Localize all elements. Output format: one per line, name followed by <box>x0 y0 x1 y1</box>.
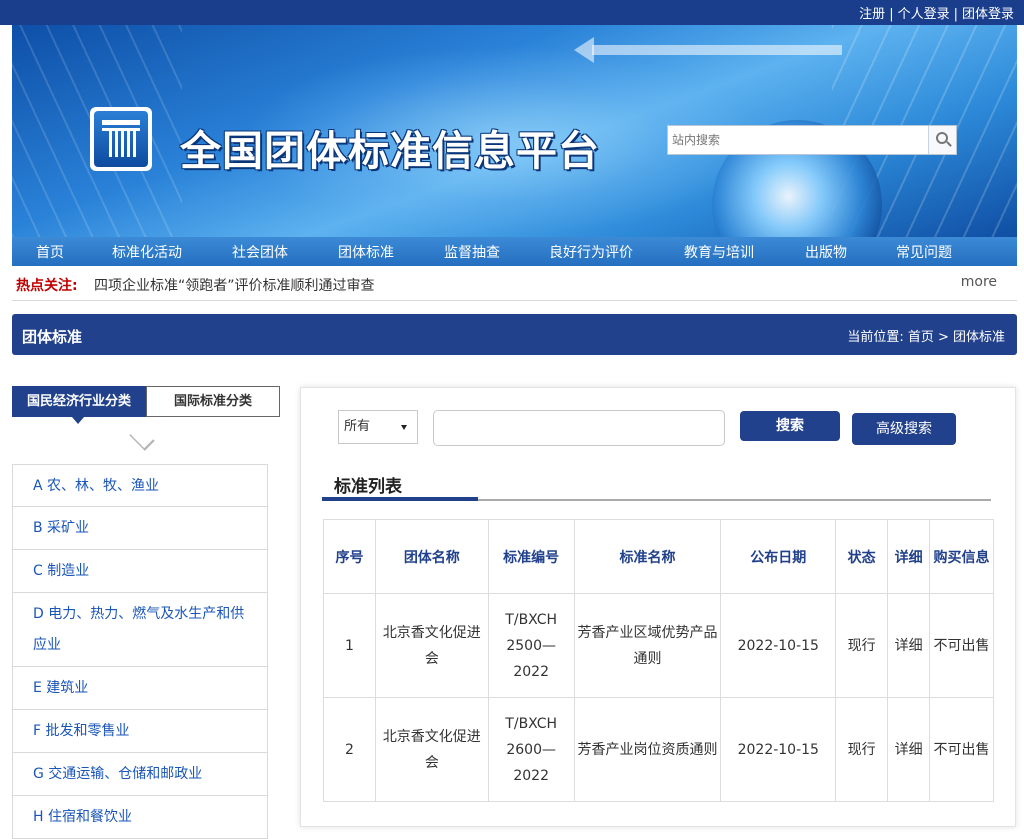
section-header: 团体标准 当前位置: 首页 > 团体标准 <box>12 314 1017 355</box>
purchase-info-cell: 不可出售 <box>929 593 994 698</box>
standards-panel: 所有 搜索 高级搜索 标准列表 序号 团体名称 标准编号 标准名称 公布日期 状… <box>300 387 1016 827</box>
standard-code-cell: T/BXCH 2500—2022 <box>487 593 575 698</box>
detail-link[interactable]: 详细 <box>887 593 931 698</box>
group-login-link[interactable]: 团体登录 <box>962 7 1014 22</box>
row-index: 2 <box>323 697 376 802</box>
search-button[interactable]: 搜索 <box>740 411 840 441</box>
divider-accent <box>322 497 478 501</box>
standard-name-cell: 芳香产业岗位资质通则 <box>573 697 722 802</box>
purchase-info-cell: 不可出售 <box>929 697 994 802</box>
column-header: 标准编号 <box>487 519 575 594</box>
category-item[interactable]: G 交通运输、仓储和邮政业 <box>12 753 268 796</box>
category-item[interactable]: E 建筑业 <box>12 667 268 710</box>
tab-industry-classification[interactable]: 国民经济行业分类 <box>12 386 146 417</box>
chevron-down-icon <box>401 425 407 430</box>
tab-international-classification[interactable]: 国际标准分类 <box>146 386 280 417</box>
more-link[interactable]: more <box>961 274 997 290</box>
site-search-input[interactable] <box>668 126 928 154</box>
hot-label: 热点关注: <box>16 278 78 294</box>
standard-code-cell: T/BXCH 2600—2022 <box>487 697 575 802</box>
category-item[interactable]: F 批发和零售业 <box>12 710 268 753</box>
table-header-row: 序号 团体名称 标准编号 标准名称 公布日期 状态 详细 购买信息 <box>323 519 994 594</box>
nav-social-groups[interactable]: 社会团体 <box>232 242 288 262</box>
nav-standardization-activities[interactable]: 标准化活动 <box>112 242 182 262</box>
category-list: A 农、林、牧、渔业 B 采矿业 C 制造业 D 电力、热力、燃气及水生产和供应… <box>12 464 268 839</box>
group-name-cell: 北京香文化促进会 <box>374 697 489 802</box>
publish-date-cell: 2022-10-15 <box>720 697 837 802</box>
scope-select-value: 所有 <box>344 419 371 434</box>
hot-news-link[interactable]: 四项企业标准“领跑者”评价标准顺利通过审查 <box>94 275 375 295</box>
hot-news-bar: 热点关注: 四项企业标准“领跑者”评价标准顺利通过审查 more <box>12 266 1017 301</box>
main-nav: 首页 标准化活动 社会团体 团体标准 监督抽查 良好行为评价 教育与培训 出版物… <box>12 237 1017 266</box>
account-links: 注册 | 个人登录 | 团体登录 <box>859 3 1014 22</box>
status-cell: 现行 <box>835 697 889 802</box>
scope-select[interactable]: 所有 <box>338 410 418 444</box>
personal-login-link[interactable]: 个人登录 <box>898 7 950 22</box>
site-title: 全国团体标准信息平台 <box>180 127 600 175</box>
row-index: 1 <box>323 593 376 698</box>
table-row: 2 北京香文化促进会 T/BXCH 2600—2022 芳香产业岗位资质通则 2… <box>323 697 994 802</box>
standards-table: 序号 团体名称 标准编号 标准名称 公布日期 状态 详细 购买信息 1 北京香文… <box>323 519 994 802</box>
site-search-button[interactable] <box>928 126 956 154</box>
separator: | <box>889 7 894 22</box>
nav-publications[interactable]: 出版物 <box>805 242 847 262</box>
category-item[interactable]: D 电力、热力、燃气及水生产和供应业 <box>12 593 268 667</box>
nav-group-standards[interactable]: 团体标准 <box>338 242 394 262</box>
category-item[interactable]: B 采矿业 <box>12 507 268 550</box>
keyword-input[interactable] <box>433 410 725 446</box>
nav-faq[interactable]: 常见问题 <box>896 242 952 262</box>
site-search <box>667 125 957 155</box>
active-tab-indicator <box>72 417 84 424</box>
category-item[interactable]: A 农、林、牧、渔业 <box>12 464 268 507</box>
publish-date-cell: 2022-10-15 <box>720 593 837 698</box>
page-title: 团体标准 <box>22 328 83 346</box>
group-name-cell: 北京香文化促进会 <box>374 593 489 698</box>
arrow-graphic <box>574 37 842 63</box>
standard-name-cell: 芳香产业区域优势产品通则 <box>573 593 722 698</box>
logo-icon <box>94 111 148 167</box>
column-header: 团体名称 <box>374 519 489 594</box>
site-logo[interactable] <box>90 107 152 171</box>
nav-education[interactable]: 教育与培训 <box>684 242 754 262</box>
header-banner: 全国团体标准信息平台 <box>12 25 1017 237</box>
nav-good-behavior[interactable]: 良好行为评价 <box>549 242 633 262</box>
column-header: 状态 <box>835 519 889 594</box>
separator: | <box>953 7 958 22</box>
nav-supervision[interactable]: 监督抽查 <box>444 242 500 262</box>
column-header: 标准名称 <box>573 519 722 594</box>
column-header: 序号 <box>323 519 376 594</box>
column-header: 购买信息 <box>929 519 994 594</box>
detail-link[interactable]: 详细 <box>887 697 931 802</box>
category-item[interactable]: H 住宿和餐饮业 <box>12 796 268 839</box>
list-title: 标准列表 <box>334 477 402 497</box>
breadcrumb: 当前位置: 首页 > 团体标准 <box>847 330 1005 345</box>
status-cell: 现行 <box>835 593 889 698</box>
column-header: 详细 <box>887 519 931 594</box>
advanced-search-button[interactable]: 高级搜索 <box>852 413 956 445</box>
nav-home[interactable]: 首页 <box>36 242 64 262</box>
table-row: 1 北京香文化促进会 T/BXCH 2500—2022 芳香产业区域优势产品通则… <box>323 593 994 698</box>
column-header: 公布日期 <box>720 519 837 594</box>
register-link[interactable]: 注册 <box>859 7 885 22</box>
top-bar: 注册 | 个人登录 | 团体登录 <box>0 0 1024 25</box>
category-item[interactable]: C 制造业 <box>12 550 268 593</box>
chevron-down-icon[interactable] <box>129 425 155 451</box>
